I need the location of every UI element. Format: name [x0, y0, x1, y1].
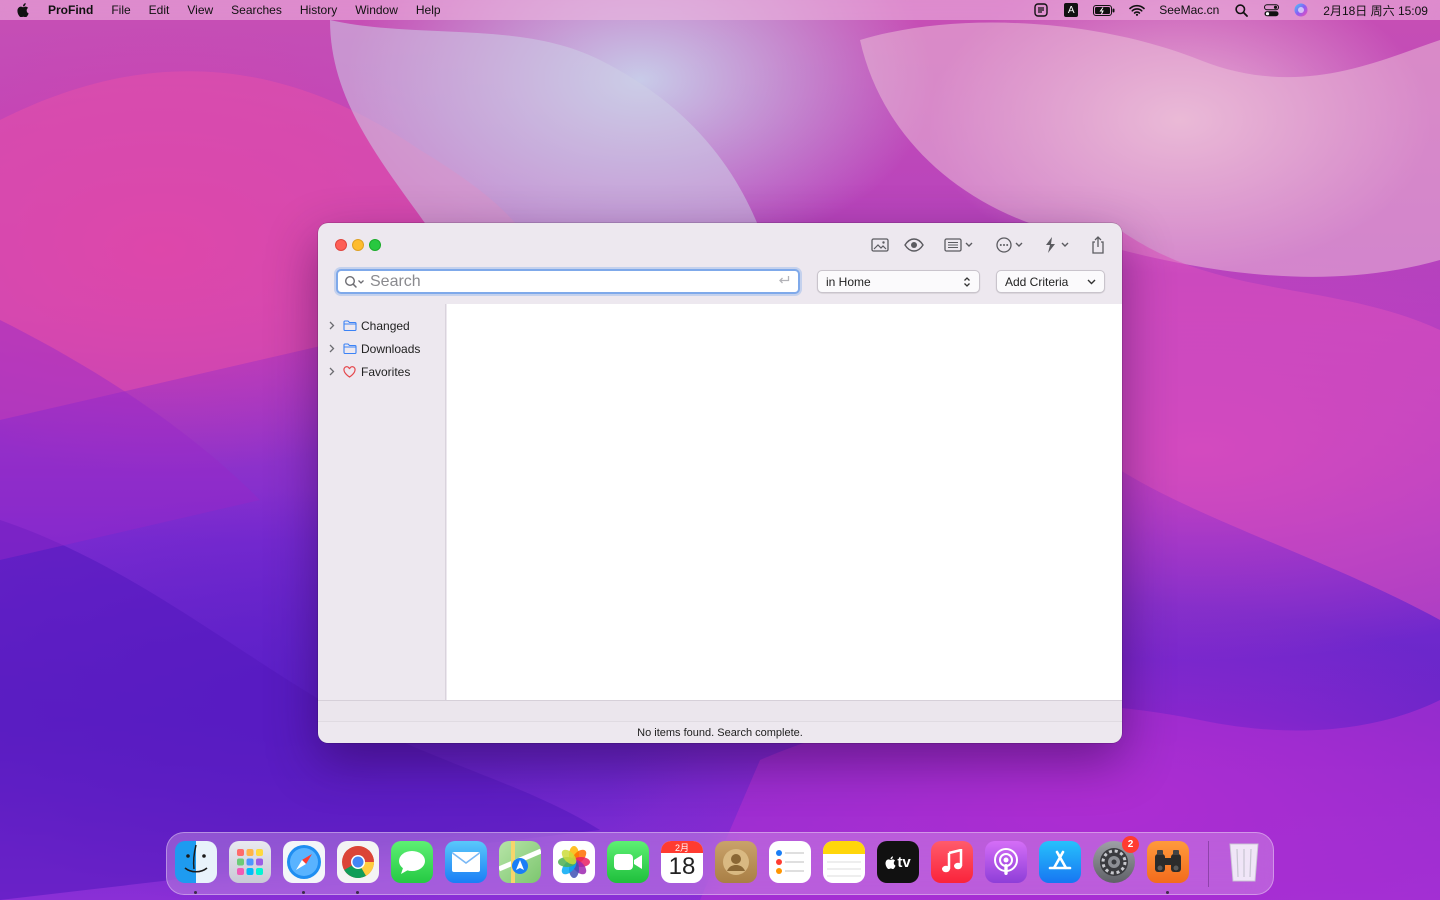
sidebar: Changed Downloads Favorites — [318, 304, 446, 700]
chevron-down-icon — [965, 242, 973, 247]
calendar-icon[interactable]: 2月 18 — [661, 841, 703, 883]
folder-icon — [343, 320, 357, 332]
list-view-icon — [944, 238, 962, 252]
calendar-day: 18 — [668, 853, 696, 880]
calendar-month: 2月 — [661, 841, 703, 853]
add-criteria-popup[interactable]: Add Criteria — [996, 270, 1105, 293]
services-icon — [1046, 237, 1055, 253]
dock: 2月 18 tv 2 — [166, 832, 1274, 895]
menu-searches[interactable]: Searches — [231, 3, 282, 17]
scope-popup[interactable]: in Home — [817, 270, 980, 293]
menu-history[interactable]: History — [300, 3, 337, 17]
siri-icon[interactable] — [1293, 3, 1309, 17]
disclosure-chevron-icon[interactable] — [329, 367, 337, 376]
profind-window: in Home Add Criteria Changed Downloads F… — [318, 223, 1122, 743]
search-icon[interactable] — [344, 275, 366, 289]
clock[interactable]: 2月18日 周六 15:09 — [1323, 2, 1428, 19]
control-center-icon[interactable] — [1263, 3, 1279, 17]
running-indicator — [302, 891, 305, 894]
share-icon — [1092, 236, 1104, 254]
services-button[interactable] — [1044, 235, 1069, 255]
mail-icon[interactable] — [445, 841, 487, 883]
appstore-icon[interactable] — [1039, 841, 1081, 883]
maps-icon[interactable] — [499, 841, 541, 883]
sidebar-item-downloads[interactable]: Downloads — [318, 337, 445, 360]
finder-icon[interactable] — [175, 841, 217, 883]
apple-icon — [885, 855, 896, 869]
title-bar[interactable] — [318, 223, 1122, 267]
photos-icon[interactable] — [553, 841, 595, 883]
view-options-button[interactable] — [944, 235, 973, 255]
sidebar-item-changed[interactable]: Changed — [318, 314, 445, 337]
profind-icon[interactable] — [1147, 841, 1189, 883]
wifi-icon[interactable] — [1129, 3, 1146, 17]
menu-bar: ProFind File Edit View Searches History … — [0, 0, 1440, 20]
status-bar: No items found. Search complete. — [318, 723, 1122, 743]
menu-window[interactable]: Window — [355, 3, 398, 17]
eye-icon — [904, 238, 924, 252]
results-area[interactable] — [447, 304, 1122, 700]
running-indicator — [1166, 891, 1169, 894]
disclosure-chevron-icon[interactable] — [329, 344, 337, 353]
podcasts-icon[interactable] — [985, 841, 1027, 883]
menu-app-name[interactable]: ProFind — [48, 3, 93, 17]
dock-separator — [1208, 841, 1209, 887]
chevron-down-icon — [1015, 242, 1023, 247]
tv-label: tv — [897, 853, 911, 871]
running-indicator — [194, 891, 197, 894]
messages-icon[interactable] — [391, 841, 433, 883]
chevron-down-icon — [1087, 279, 1096, 285]
sidebar-item-label: Favorites — [361, 364, 411, 379]
search-input[interactable] — [370, 272, 760, 291]
heart-icon — [343, 365, 357, 378]
sidebar-item-label: Changed — [361, 318, 410, 333]
menu-help[interactable]: Help — [416, 3, 441, 17]
grammarly-icon[interactable] — [1033, 3, 1049, 17]
menu-extras: A SeeMac.cn 2月18日 周六 15:09 — [1033, 2, 1428, 19]
running-indicator — [356, 891, 359, 894]
search-field[interactable] — [336, 269, 800, 294]
site-label[interactable]: SeeMac.cn — [1159, 3, 1219, 17]
ellipsis-circle-icon — [996, 237, 1012, 253]
trash-icon[interactable] — [1223, 841, 1265, 883]
contacts-icon[interactable] — [715, 841, 757, 883]
minimize-button[interactable] — [352, 239, 364, 251]
search-row: in Home Add Criteria — [318, 269, 1122, 297]
close-button[interactable] — [335, 239, 347, 251]
notes-icon[interactable] — [823, 841, 865, 883]
spotlight-icon[interactable] — [1233, 3, 1249, 17]
chevron-down-icon — [1061, 242, 1069, 247]
chevron-updown-icon — [964, 277, 970, 287]
sidebar-item-label: Downloads — [361, 341, 421, 356]
disclosure-chevron-icon[interactable] — [329, 321, 337, 330]
sidebar-item-favorites[interactable]: Favorites — [318, 360, 445, 383]
status-text: No items found. Search complete. — [637, 727, 803, 739]
input-source-label: A — [1064, 3, 1079, 17]
chrome-icon[interactable] — [337, 841, 379, 883]
return-icon[interactable] — [778, 275, 790, 285]
quick-look-button[interactable] — [904, 235, 924, 255]
menu-file[interactable]: File — [111, 3, 130, 17]
image-icon — [871, 238, 889, 252]
input-source-icon[interactable]: A — [1063, 3, 1079, 17]
reminders-icon[interactable] — [769, 841, 811, 883]
zoom-button[interactable] — [369, 239, 381, 251]
preview-image-button[interactable] — [871, 235, 889, 255]
battery-icon[interactable] — [1093, 3, 1115, 17]
safari-icon[interactable] — [283, 841, 325, 883]
facetime-icon[interactable] — [607, 841, 649, 883]
share-button[interactable] — [1091, 235, 1105, 255]
results-footer-bar — [318, 700, 1122, 722]
folder-icon — [343, 343, 357, 355]
tv-icon[interactable]: tv — [877, 841, 919, 883]
menu-edit[interactable]: Edit — [149, 3, 170, 17]
apple-icon[interactable] — [16, 3, 30, 17]
more-actions-button[interactable] — [996, 235, 1023, 255]
scope-popup-label: in Home — [826, 274, 871, 289]
notification-badge: 2 — [1122, 836, 1139, 853]
launchpad-icon[interactable] — [229, 841, 271, 883]
menu-view[interactable]: View — [187, 3, 213, 17]
add-criteria-label: Add Criteria — [1005, 274, 1069, 289]
music-icon[interactable] — [931, 841, 973, 883]
